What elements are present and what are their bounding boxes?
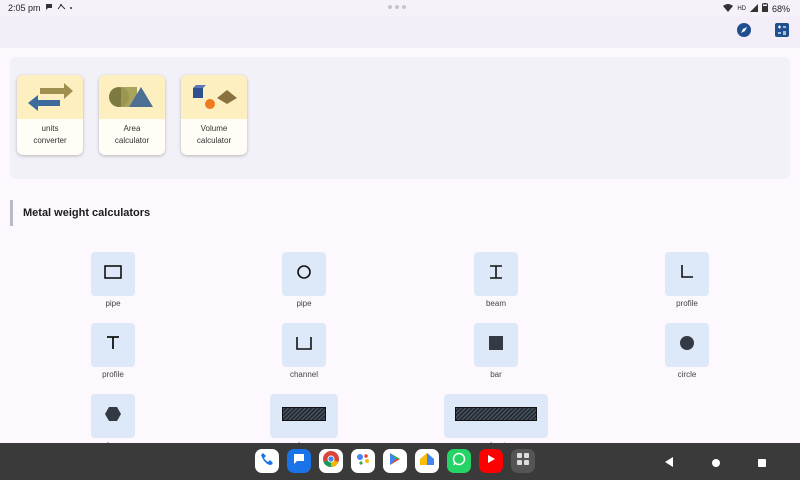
angle-profile-calculator[interactable]: profile — [660, 252, 714, 308]
whatsapp-icon — [452, 452, 466, 471]
hexagon-bar-calculator[interactable]: bar — [86, 394, 140, 450]
units-converter-card[interactable]: units converter — [17, 75, 83, 155]
chat-notification-icon — [45, 3, 53, 13]
usb-notification-icon — [57, 3, 66, 13]
angle-profile-icon — [679, 264, 695, 285]
status-time: 2:05 pm — [8, 3, 41, 13]
wifi-icon — [723, 3, 734, 14]
calculator-label: profile — [102, 370, 124, 379]
google-home-app[interactable] — [415, 449, 439, 473]
battery-percent: 68% — [771, 3, 790, 14]
signal-icon — [749, 3, 758, 14]
whatsapp-app[interactable] — [447, 449, 471, 473]
i-beam-icon — [488, 264, 504, 285]
calculator-label: pipe — [105, 299, 121, 308]
top-app-bar — [0, 16, 800, 48]
app-grid-icon — [516, 452, 530, 471]
area-calculator-card[interactable]: Area calculator — [99, 75, 165, 155]
play-store-app[interactable] — [383, 449, 407, 473]
round-bar-icon — [679, 335, 695, 356]
chrome-icon — [322, 450, 340, 473]
compass-icon — [736, 22, 752, 43]
home-button[interactable] — [711, 455, 721, 473]
assistant-icon — [355, 451, 371, 472]
compass-button[interactable] — [736, 22, 752, 43]
calculator-label: bar — [490, 370, 502, 379]
messages-icon — [292, 452, 306, 471]
square-bar-icon — [488, 335, 504, 356]
messages-app[interactable] — [287, 449, 311, 473]
round-bar-calculator[interactable]: circle — [660, 323, 714, 379]
square-tube-icon — [103, 264, 123, 285]
youtube-app[interactable] — [479, 449, 503, 473]
units-converter-label: units converter — [33, 124, 67, 145]
t-profile-icon — [105, 335, 121, 356]
section-header: Metal weight calculators — [10, 200, 310, 226]
sheet-icon — [455, 406, 537, 426]
flat-bar-calculator[interactable]: bar — [266, 394, 342, 450]
hexagon-bar-icon — [105, 406, 121, 427]
calculator-label: profile — [676, 299, 698, 308]
back-button[interactable] — [664, 455, 674, 473]
tools-panel: units converter Area calculator Volume c… — [10, 57, 790, 179]
square-bar-calculator[interactable]: bar — [469, 323, 523, 379]
home-icon — [419, 452, 435, 471]
app-drawer[interactable] — [511, 449, 535, 473]
square-pipe-calculator[interactable]: pipe — [86, 252, 140, 308]
phone-icon — [260, 452, 274, 471]
youtube-icon — [485, 452, 497, 470]
camera-indicator — [388, 5, 406, 9]
section-accent-bar — [10, 200, 13, 226]
calculator-label: pipe — [296, 299, 312, 308]
t-profile-calculator[interactable]: profile — [86, 323, 140, 379]
assistant-app[interactable] — [351, 449, 375, 473]
channel-calculator[interactable]: channel — [277, 323, 331, 379]
chrome-app[interactable] — [319, 449, 343, 473]
recents-button[interactable] — [757, 455, 767, 473]
calculator-label: channel — [289, 370, 319, 379]
calculator-button[interactable] — [774, 22, 790, 43]
network-type-label: HD — [737, 5, 746, 12]
channel-icon — [295, 335, 313, 356]
swap-arrows-icon — [17, 75, 83, 119]
volume-calculator-card[interactable]: Volume calculator — [181, 75, 247, 155]
home-circle-icon — [711, 455, 721, 472]
round-pipe-calculator[interactable]: pipe — [277, 252, 331, 308]
back-icon — [664, 455, 674, 472]
volume-shapes-icon — [181, 75, 247, 119]
recents-icon — [757, 455, 767, 472]
area-shapes-icon — [99, 75, 165, 119]
round-pipe-icon — [296, 264, 312, 285]
status-bar: 2:05 pm HD 68% — [0, 0, 800, 16]
calculator-label: beam — [485, 299, 506, 308]
sheet-calculator[interactable]: sheet — [440, 394, 552, 450]
section-title: Metal weight calculators — [23, 207, 151, 219]
beam-calculator[interactable]: beam — [469, 252, 523, 308]
calculator-icon — [774, 22, 790, 43]
system-navigation-bar — [0, 443, 800, 480]
more-notifications-dot — [69, 7, 72, 9]
calculator-label: circle — [677, 370, 697, 379]
volume-calculator-label: Volume calculator — [196, 124, 232, 145]
play-store-icon — [388, 452, 402, 471]
area-calculator-label: Area calculator — [114, 124, 150, 145]
taskbar-dock — [255, 449, 535, 473]
phone-app[interactable] — [255, 449, 279, 473]
flat-bar-icon — [282, 406, 326, 426]
battery-icon — [761, 3, 768, 14]
